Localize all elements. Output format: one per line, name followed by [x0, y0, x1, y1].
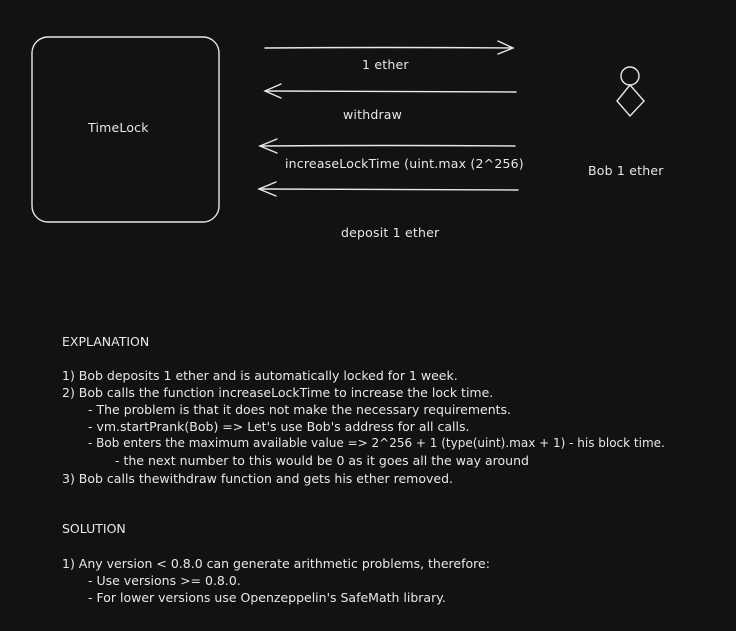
arrow-increase-lock-time — [258, 138, 516, 154]
arrow-label-deposit: deposit 1 ether — [341, 225, 440, 240]
arrow-label-withdraw: withdraw — [343, 107, 403, 122]
explanation-line-7: 3) Bob calls thewithdraw function and ge… — [62, 471, 453, 486]
explanation-line-2: 2) Bob calls the function increaseLockTi… — [62, 385, 494, 400]
arrow-withdraw — [263, 83, 517, 99]
solution-line-2: - Use versions >= 0.8.0. — [88, 573, 241, 588]
explanation-line-6: - the next number to this would be 0 as … — [115, 453, 529, 468]
explanation-heading: EXPLANATION — [62, 334, 150, 349]
bob-figure-icon — [616, 66, 645, 118]
arrow-label-1-ether: 1 ether — [362, 57, 409, 72]
actor-label-bob: Bob 1 ether — [588, 163, 664, 178]
arrow-deposit — [257, 181, 519, 197]
explanation-line-4: - vm.startPrank(Bob) => Let's use Bob's … — [88, 419, 470, 434]
solution-line-1: 1) Any version < 0.8.0 can generate arit… — [62, 556, 490, 571]
solution-heading: SOLUTION — [62, 521, 126, 536]
solution-line-3: - For lower versions use Openzeppelin's … — [88, 590, 446, 605]
arrow-1-ether — [264, 40, 515, 55]
timelock-label: TimeLock — [88, 120, 149, 135]
explanation-line-1: 1) Bob deposits 1 ether and is automatic… — [62, 368, 458, 383]
explanation-line-5: - Bob enters the maximum available value… — [88, 436, 665, 450]
explanation-line-3: - The problem is that it does not make t… — [88, 402, 512, 417]
arrow-label-increase-lock-time: increaseLockTime (uint.max (2^256) — [285, 156, 524, 171]
